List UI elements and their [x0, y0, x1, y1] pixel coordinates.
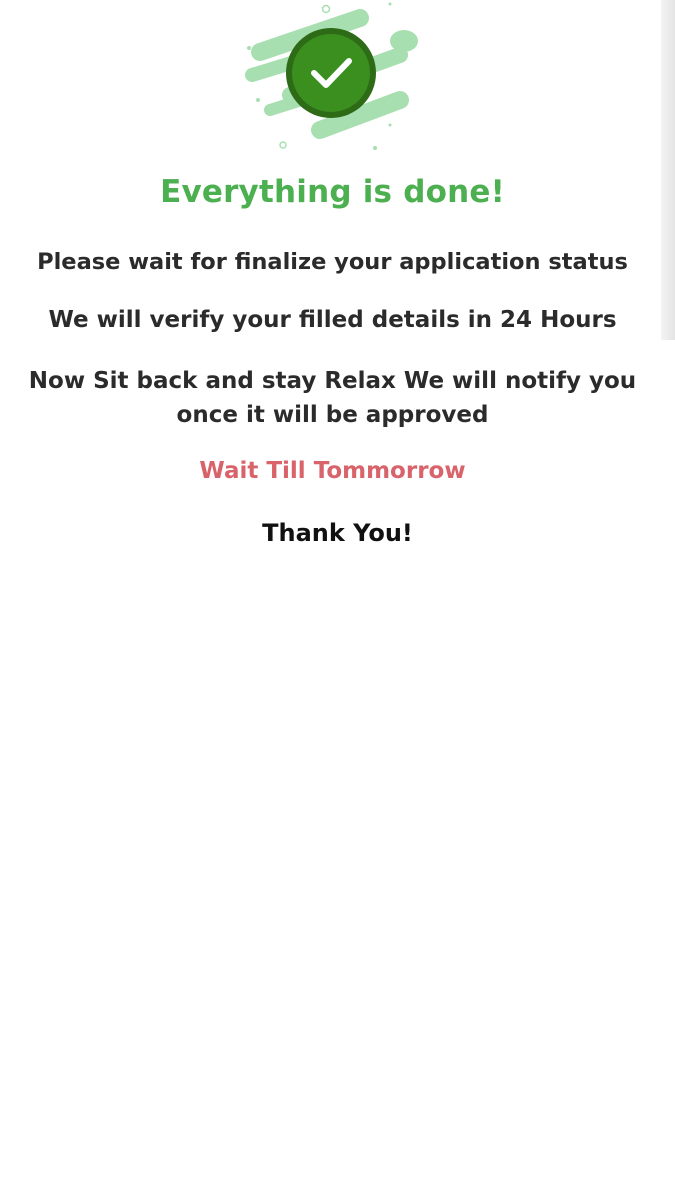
wait-note: Wait Till Tommorrow: [199, 458, 466, 484]
scroll-edge: [661, 0, 675, 340]
thank-you-text: Thank You!: [262, 519, 413, 547]
page-title: Everything is done!: [160, 174, 505, 210]
wait-message: Please wait for finalize your applicatio…: [37, 249, 628, 275]
success-screen: Everything is done! Please wait for fina…: [0, 0, 675, 1200]
verify-message: We will verify your filled details in 24…: [48, 307, 617, 333]
relax-message: Now Sit back and stay Relax We will noti…: [28, 368, 637, 428]
success-check-icon: [230, 0, 430, 160]
